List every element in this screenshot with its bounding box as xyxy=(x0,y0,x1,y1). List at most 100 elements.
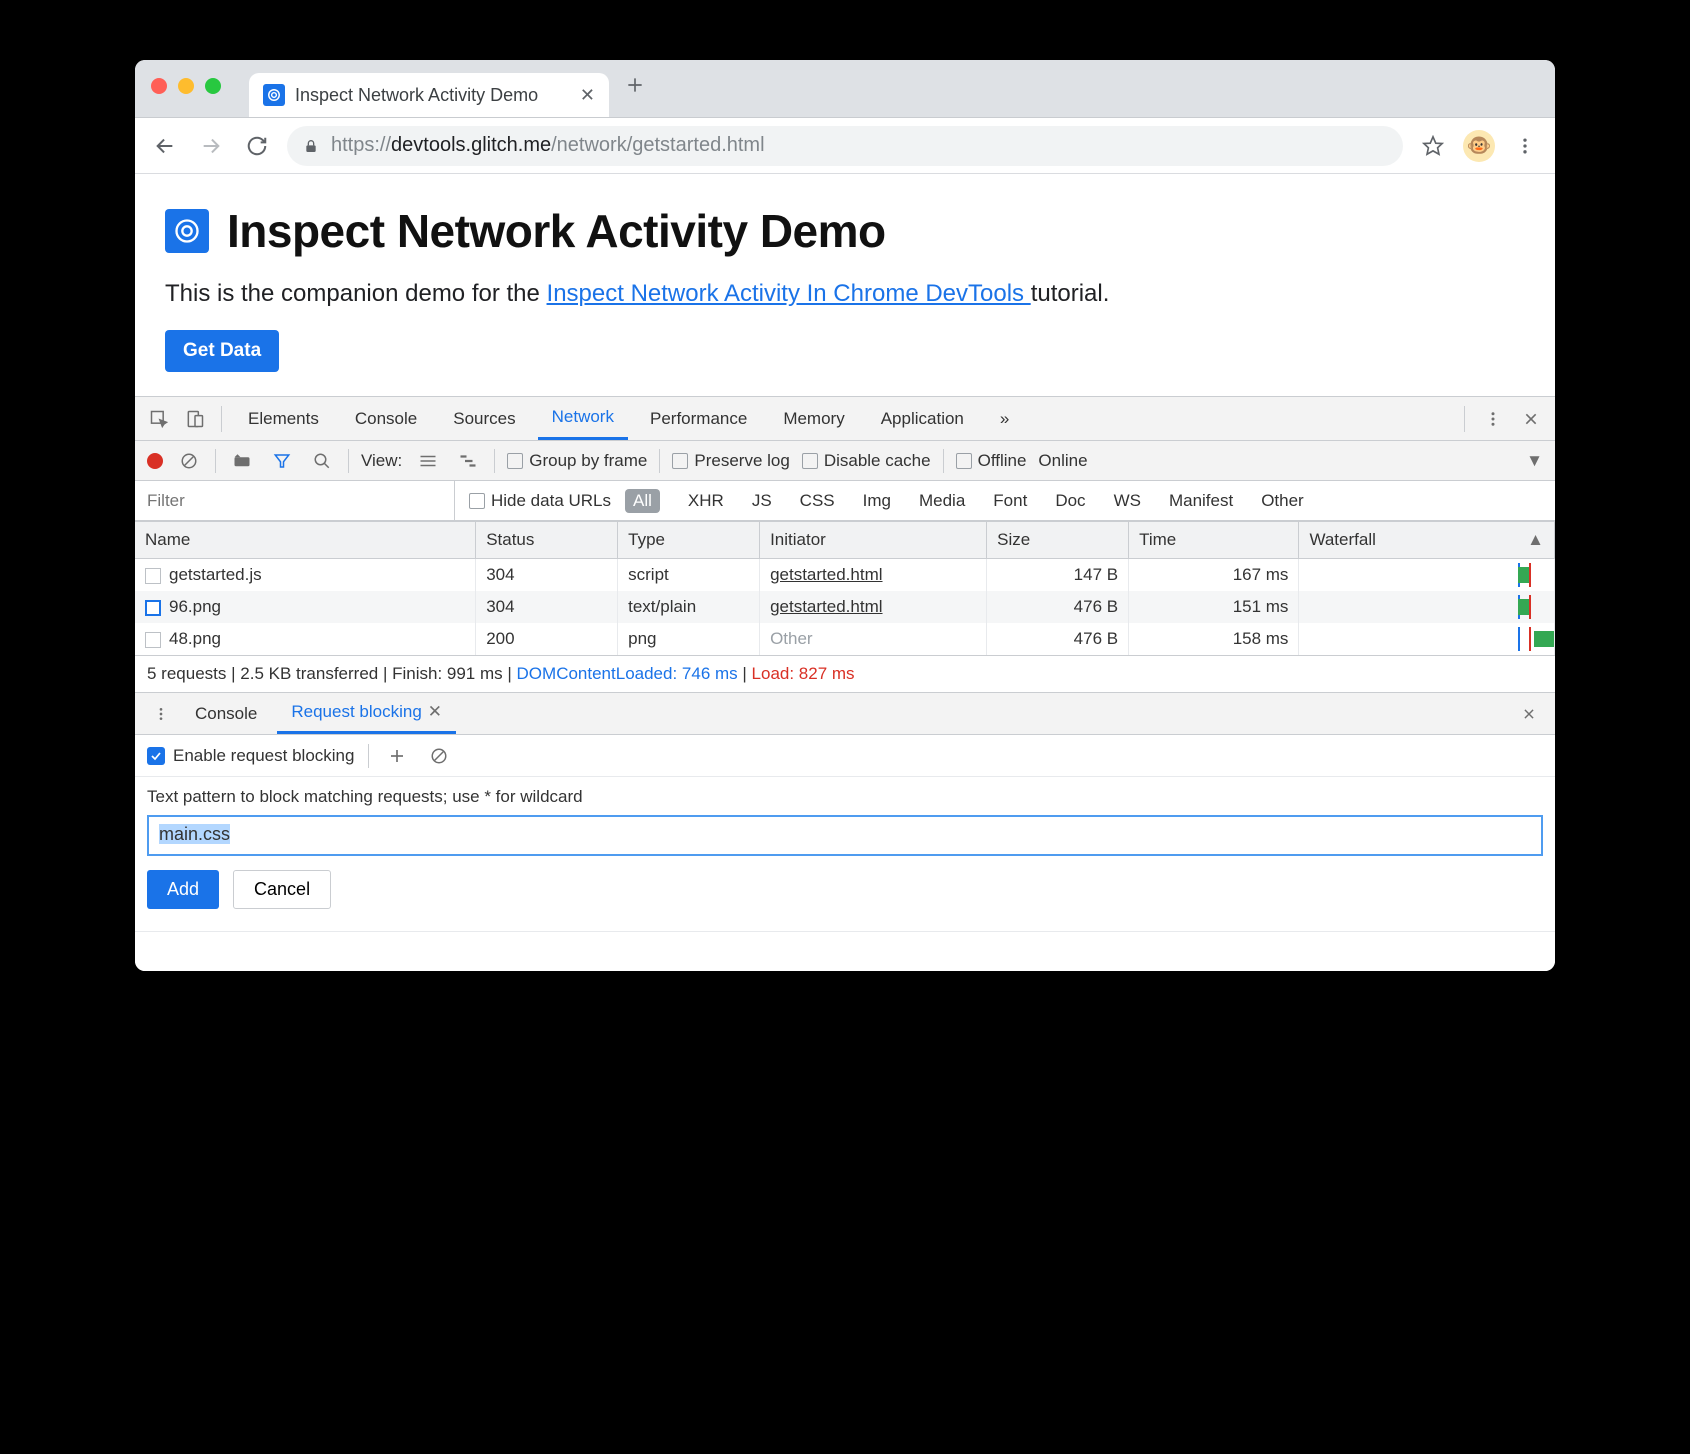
waterfall-view-icon[interactable] xyxy=(454,447,482,475)
devtools-logo-icon xyxy=(165,209,209,253)
url-text: https://devtools.glitch.me/network/getst… xyxy=(331,134,765,157)
pattern-input-selection: main.css xyxy=(159,824,230,845)
capture-screenshots-icon[interactable] xyxy=(228,447,256,475)
new-tab-button[interactable] xyxy=(625,75,645,95)
file-icon xyxy=(145,568,161,584)
filter-type-font[interactable]: Font xyxy=(993,491,1027,511)
back-button[interactable] xyxy=(149,130,181,162)
filter-bar: Hide data URLs All XHR JS CSS Img Media Font Do… xyxy=(135,481,1555,521)
titlebar: Inspect Network Activity Demo ✕ xyxy=(135,60,1555,118)
page-heading: Inspect Network Activity Demo xyxy=(165,204,1525,258)
profile-avatar[interactable]: 🐵 xyxy=(1463,130,1495,162)
table-row[interactable]: 96.png304text/plaingetstarted.html476 B1… xyxy=(135,591,1555,623)
devtools-menu-icon[interactable] xyxy=(1479,405,1507,433)
drawer-tabs: ConsoleRequest blocking ✕ xyxy=(135,693,1555,735)
tab-memory[interactable]: Memory xyxy=(769,397,858,440)
close-tab-icon[interactable]: ✕ xyxy=(580,85,595,106)
table-row[interactable]: 48.png200pngOther476 B158 ms xyxy=(135,623,1555,655)
add-pattern-icon[interactable] xyxy=(383,742,411,770)
column-time[interactable]: Time xyxy=(1129,522,1299,559)
column-name[interactable]: Name xyxy=(135,522,476,559)
throttling-select[interactable]: Online xyxy=(1038,451,1087,471)
filter-toggle-icon[interactable] xyxy=(268,447,296,475)
tutorial-link[interactable]: Inspect Network Activity In Chrome DevTo… xyxy=(547,280,1031,307)
filter-type-img[interactable]: Img xyxy=(863,491,891,511)
group-by-frame-checkbox[interactable]: Group by frame xyxy=(507,451,647,471)
tab-application[interactable]: Application xyxy=(867,397,978,440)
initiator-link[interactable]: getstarted.html xyxy=(770,597,882,616)
column-type[interactable]: Type xyxy=(618,522,760,559)
device-toggle-icon[interactable] xyxy=(181,405,209,433)
browser-toolbar: https://devtools.glitch.me/network/getst… xyxy=(135,118,1555,174)
tab-elements[interactable]: Elements xyxy=(234,397,333,440)
address-bar[interactable]: https://devtools.glitch.me/network/getst… xyxy=(287,126,1403,166)
clear-button[interactable] xyxy=(175,447,203,475)
column-size[interactable]: Size xyxy=(987,522,1129,559)
maximize-window-icon[interactable] xyxy=(205,78,221,94)
record-button[interactable] xyxy=(147,453,163,469)
toolbar-overflow-icon[interactable]: ▼ xyxy=(1526,451,1543,471)
pattern-input[interactable] xyxy=(147,815,1543,856)
filter-type-manifest[interactable]: Manifest xyxy=(1169,491,1233,511)
close-window-icon[interactable] xyxy=(151,78,167,94)
network-table: NameStatusTypeInitiatorSizeTimeWaterfall… xyxy=(135,521,1555,655)
tab-console[interactable]: Console xyxy=(341,397,431,440)
drawer-menu-icon[interactable] xyxy=(147,700,175,728)
tab-sources[interactable]: Sources xyxy=(439,397,529,440)
browser-tab[interactable]: Inspect Network Activity Demo ✕ xyxy=(249,73,609,117)
hide-data-urls-checkbox[interactable]: Hide data URLs xyxy=(469,491,611,511)
network-summary: 5 requests | 2.5 KB transferred | Finish… xyxy=(135,655,1555,693)
browser-window: Inspect Network Activity Demo ✕ https://… xyxy=(135,60,1555,971)
tab-network[interactable]: Network xyxy=(538,397,628,440)
filter-type-xhr[interactable]: XHR xyxy=(688,491,724,511)
remove-all-patterns-icon[interactable] xyxy=(425,742,453,770)
drawer-tab-request-blocking[interactable]: Request blocking ✕ xyxy=(277,693,456,734)
enable-request-blocking-checkbox[interactable]: Enable request blocking xyxy=(147,746,354,766)
add-button[interactable]: Add xyxy=(147,870,219,909)
file-icon xyxy=(145,632,161,648)
more-tabs-button[interactable]: » xyxy=(986,397,1023,440)
filter-type-ws[interactable]: WS xyxy=(1114,491,1141,511)
tab-performance[interactable]: Performance xyxy=(636,397,761,440)
filter-type-js[interactable]: JS xyxy=(752,491,772,511)
lock-icon xyxy=(303,138,319,154)
devtools-tabs: ElementsConsoleSourcesNetworkPerformance… xyxy=(135,397,1555,441)
close-drawer-icon[interactable] xyxy=(1515,700,1543,728)
inspect-element-icon[interactable] xyxy=(145,405,173,433)
offline-checkbox[interactable]: Offline xyxy=(956,451,1027,471)
reload-button[interactable] xyxy=(241,130,273,162)
filter-type-css[interactable]: CSS xyxy=(800,491,835,511)
search-icon[interactable] xyxy=(308,447,336,475)
request-blocking-toolbar: Enable request blocking xyxy=(135,735,1555,777)
forward-button[interactable] xyxy=(195,130,227,162)
column-waterfall[interactable]: Waterfall▲ xyxy=(1299,522,1555,559)
close-drawer-tab-icon[interactable]: ✕ xyxy=(428,702,442,722)
large-rows-icon[interactable] xyxy=(414,447,442,475)
cancel-button[interactable]: Cancel xyxy=(233,870,331,909)
devtools-panel: ElementsConsoleSourcesNetworkPerformance… xyxy=(135,396,1555,971)
drawer-footer xyxy=(135,931,1555,971)
filter-type-all[interactable]: All xyxy=(625,489,660,513)
bookmark-button[interactable] xyxy=(1417,130,1449,162)
filter-input[interactable] xyxy=(135,481,455,520)
filter-type-media[interactable]: Media xyxy=(919,491,965,511)
disable-cache-checkbox[interactable]: Disable cache xyxy=(802,451,931,471)
table-row[interactable]: getstarted.js304scriptgetstarted.html147… xyxy=(135,559,1555,592)
close-devtools-icon[interactable] xyxy=(1517,405,1545,433)
filter-type-doc[interactable]: Doc xyxy=(1055,491,1085,511)
file-icon xyxy=(145,600,161,616)
filter-type-other[interactable]: Other xyxy=(1261,491,1304,511)
browser-menu-button[interactable] xyxy=(1509,130,1541,162)
window-controls xyxy=(151,78,221,94)
favicon-icon xyxy=(263,84,285,106)
drawer-tab-console[interactable]: Console xyxy=(181,693,271,734)
get-data-button[interactable]: Get Data xyxy=(165,330,279,372)
tab-title: Inspect Network Activity Demo xyxy=(295,85,538,106)
column-initiator[interactable]: Initiator xyxy=(760,522,987,559)
column-status[interactable]: Status xyxy=(476,522,618,559)
network-toolbar: View: Group by frame Preserve log Disabl… xyxy=(135,441,1555,481)
initiator-link[interactable]: getstarted.html xyxy=(770,565,882,584)
preserve-log-checkbox[interactable]: Preserve log xyxy=(672,451,789,471)
minimize-window-icon[interactable] xyxy=(178,78,194,94)
table-header-row: NameStatusTypeInitiatorSizeTimeWaterfall… xyxy=(135,522,1555,559)
